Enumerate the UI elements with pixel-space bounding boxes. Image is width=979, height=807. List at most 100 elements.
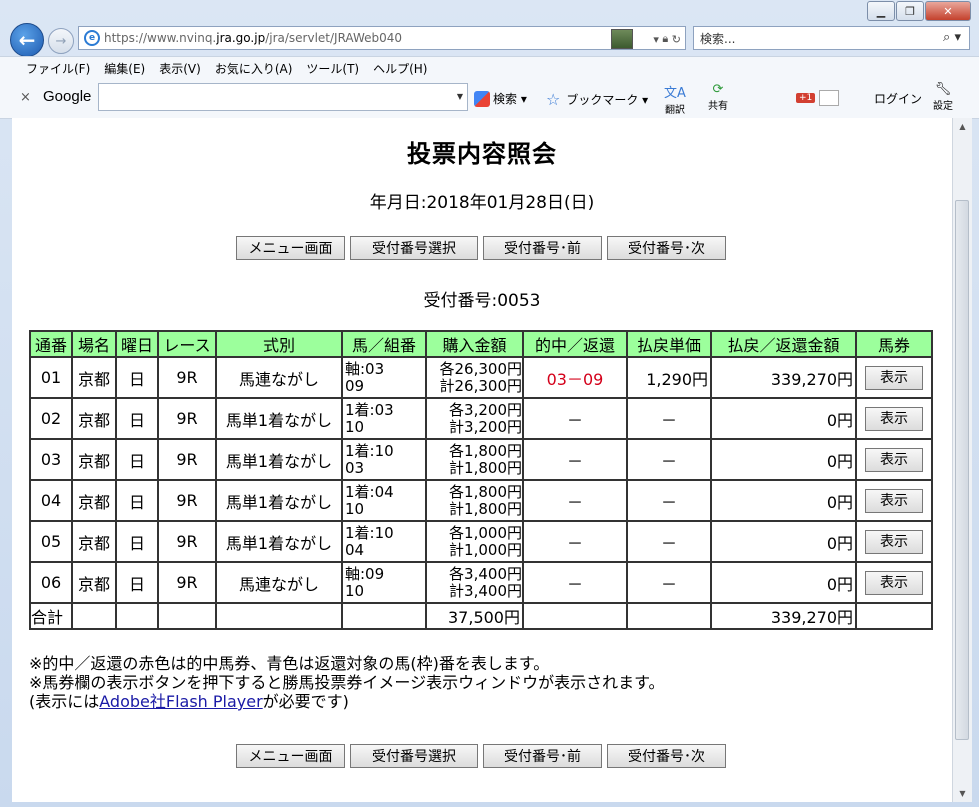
search-icon[interactable]: ⌕ ▾ [943, 30, 961, 45]
settings-label: 設定 [933, 101, 953, 112]
search-label: 検索 [493, 92, 518, 106]
page-viewport: 投票内容照会 年月日:2018年01月28日(日) メニュー画面 受付番号選択 … [12, 118, 952, 802]
menu-help[interactable]: ヘルプ(H) [373, 60, 427, 77]
combo-line-2: 09 [345, 376, 365, 395]
receipt-prev-button[interactable]: 受付番号･前 [483, 236, 602, 260]
date-line: 年月日:2018年01月28日(日) [369, 193, 595, 213]
bookmark-button[interactable]: ☆ ブックマーク ▾ [546, 90, 648, 109]
back-arrow-icon: ← [18, 28, 36, 52]
receipt-next-button[interactable]: 受付番号･次 [607, 236, 726, 260]
back-button[interactable]: ← [10, 23, 44, 57]
address-bar[interactable]: e https://www.nvinq.jra.go.jp/jra/servle… [78, 26, 686, 50]
cell-hit: － [522, 438, 628, 481]
amount-total: 計1,000円 [449, 540, 522, 559]
receipt-select-button[interactable]: 受付番号選択 [350, 744, 478, 768]
combo-line-2: 10 [345, 499, 365, 518]
show-ticket-button[interactable]: 表示 [865, 406, 923, 431]
combo-line-2: 04 [345, 540, 365, 559]
amount-each: 各3,400円 [449, 564, 522, 583]
menu-screen-button[interactable]: メニュー画面 [236, 744, 345, 768]
scroll-up-icon[interactable]: ▲ [953, 118, 972, 135]
table-row: 01 京都 日 9R 馬連ながし 軸:03 09 各26,300円 計26,300円… [29, 356, 933, 399]
cell-combo: 1着:03 10 [341, 397, 427, 440]
menu-favorites[interactable]: お気に入り(A) [215, 60, 293, 77]
show-ticket-button[interactable]: 表示 [865, 488, 923, 513]
gplus-button[interactable]: +1 [796, 90, 840, 106]
cell-empty [626, 602, 712, 630]
bookmark-label: ブックマーク [566, 93, 639, 107]
translate-button[interactable]: 文A 翻訳 [664, 82, 686, 116]
menu-screen-button[interactable]: メニュー画面 [236, 236, 345, 260]
close-button[interactable]: ✕ [925, 1, 971, 21]
scrollbar-thumb[interactable] [955, 200, 969, 740]
minimize-button[interactable]: ▁ [867, 1, 895, 21]
header-no: 通番 [29, 330, 73, 358]
dropdown-icon[interactable]: ▼ [457, 92, 463, 101]
receipt-select-button[interactable]: 受付番号選択 [350, 236, 478, 260]
receipt-next-button[interactable]: 受付番号･次 [607, 744, 726, 768]
show-ticket-button[interactable]: 表示 [865, 570, 923, 595]
show-ticket-button[interactable]: 表示 [865, 529, 923, 554]
close-toolbar-icon[interactable]: × [20, 90, 31, 105]
maximize-button[interactable]: ❐ [896, 1, 924, 21]
nav-button-row-top: メニュー画面 受付番号選択 受付番号･前 受付番号･次 [236, 236, 731, 260]
table-row: 06 京都 日 9R 馬連ながし 軸:09 10 各3,400円 計3,400円 －… [29, 561, 933, 604]
cell-payout: 0円 [710, 397, 857, 440]
cell-venue: 京都 [71, 397, 117, 440]
combo-line-2: 10 [345, 417, 365, 436]
cell-type: 馬単1着ながし [215, 438, 343, 481]
header-payout: 払戻／返還金額 [710, 330, 857, 358]
cell-empty [522, 602, 628, 630]
cell-empty [215, 602, 343, 630]
amount-total: 計1,800円 [449, 499, 522, 518]
amount-total: 計3,200円 [449, 417, 522, 436]
share-button[interactable]: ⟳ 共有 [708, 82, 728, 112]
menu-edit[interactable]: 編集(E) [104, 60, 145, 77]
flash-player-link[interactable]: Adobe社Flash Player [99, 692, 262, 711]
menu-file[interactable]: ファイル(F) [26, 60, 90, 77]
menu-view[interactable]: 表示(V) [159, 60, 201, 77]
cell-payout: 0円 [710, 520, 857, 563]
note-line-3: (表示にはAdobe社Flash Playerが必要です) [29, 692, 665, 711]
share-label: 共有 [708, 101, 728, 112]
cell-ticket: 表示 [855, 397, 933, 440]
forward-button[interactable]: → [48, 28, 74, 54]
google-search-button[interactable]: 検索 ▾ [474, 90, 527, 107]
translate-icon: 文A [664, 86, 686, 101]
cell-day: 日 [115, 561, 159, 604]
cell-type: 馬連ながし [215, 561, 343, 604]
header-venue: 場名 [71, 330, 117, 358]
google-search-input[interactable]: ▼ [98, 83, 468, 111]
note-suffix: が必要です) [262, 692, 349, 711]
lock-icon[interactable]: 🔒︎ [662, 32, 668, 46]
combo-line-1: 1着:10 [345, 523, 394, 542]
cell-amount: 各3,200円 計3,200円 [425, 397, 524, 440]
vertical-scrollbar[interactable]: ▲ ▼ [952, 118, 972, 802]
cell-hit: － [522, 520, 628, 563]
show-ticket-button[interactable]: 表示 [865, 447, 923, 472]
header-ticket: 馬券 [855, 330, 933, 358]
amount-each: 各1,000円 [449, 523, 522, 542]
login-label: ログイン [874, 92, 923, 106]
cell-payout: 0円 [710, 479, 857, 522]
receipt-number: 受付番号:0053 [423, 291, 541, 311]
star-icon: ☆ [546, 90, 561, 109]
menu-tools[interactable]: ツール(T) [306, 60, 359, 77]
login-link[interactable]: ログイン [874, 90, 922, 107]
receipt-prev-button[interactable]: 受付番号･前 [483, 744, 602, 768]
combo-line-1: 1着:10 [345, 441, 394, 460]
note-line-2: ※馬券欄の表示ボタンを押下すると勝馬投票券イメージ表示ウィンドウが表示されます。 [29, 673, 665, 692]
settings-button[interactable]: 🔧︎ 設定 [933, 82, 953, 112]
cell-empty [71, 602, 117, 630]
cell-venue: 京都 [71, 479, 117, 522]
refresh-icon[interactable]: ↻ [672, 33, 681, 46]
cell-race: 9R [157, 397, 217, 440]
show-ticket-button[interactable]: 表示 [865, 365, 923, 390]
amount-each: 各1,800円 [449, 441, 522, 460]
url-text: https://www.nvinq.jra.go.jp/jra/servlet/… [104, 31, 403, 45]
dropdown-icon[interactable]: ▾ [653, 33, 659, 46]
scroll-down-icon[interactable]: ▼ [953, 785, 972, 802]
combo-line-1: 1着:03 [345, 400, 394, 419]
browser-search-input[interactable]: 検索... ⌕ ▾ [693, 26, 970, 50]
gplus-icon: +1 [796, 93, 816, 103]
